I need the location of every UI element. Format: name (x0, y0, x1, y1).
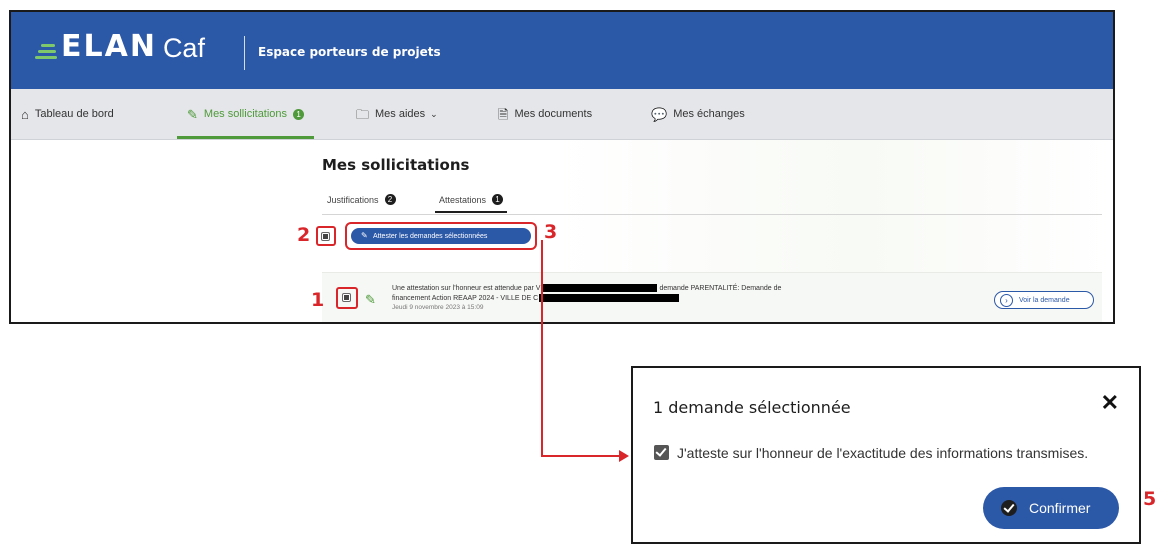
header-divider (244, 36, 245, 70)
tab-label: Attestations (439, 194, 487, 205)
app-screenshot: ELAN Caf Espace porteurs de projets ⌂ Ta… (9, 10, 1115, 324)
annotation-arrow-icon (619, 450, 629, 462)
close-icon[interactable]: ✕ (1101, 392, 1119, 414)
annotation-box-3 (345, 222, 537, 250)
check-circle-icon (1001, 500, 1017, 516)
redacted-text (542, 284, 658, 293)
chevron-down-icon: ⌄ (430, 108, 438, 119)
nav-item-mes-aides[interactable]: 🗀 Mes aides ⌄ (356, 89, 438, 139)
home-icon: ⌂ (21, 106, 29, 122)
annotation-number-3: 3 (544, 221, 558, 243)
nav-item-label: Mes documents (514, 108, 593, 120)
folder-icon: 🗀 (356, 106, 370, 122)
request-date: Jeudi 9 novembre 2023 à 15:09 (392, 304, 484, 311)
annotation-box-1 (336, 287, 358, 309)
main-content: Mes sollicitations Justifications 2 Atte… (11, 140, 1113, 322)
document-icon: 🗎 (498, 106, 509, 122)
logo-lines-icon (35, 36, 57, 62)
annotation-number-2: 2 (297, 224, 311, 246)
nav-item-label: Mes sollicitations (203, 108, 288, 120)
annotation-number-5: 5 (1143, 488, 1157, 510)
tab-justifications[interactable]: Justifications 2 (327, 194, 396, 205)
confirmation-dialog: 1 demande sélectionnée ✕ J'atteste sur l… (631, 366, 1141, 544)
view-request-button[interactable]: › Voir la demande (994, 291, 1094, 309)
view-request-label: Voir la demande (1019, 296, 1070, 304)
pencil-icon: ✎ (187, 106, 198, 122)
request-description: Une attestation sur l'honneur est attend… (392, 284, 782, 303)
top-header: ELAN Caf Espace porteurs de projets (11, 12, 1113, 89)
list-item: 1 ✎ Une attestation sur l'honneur est at… (311, 272, 1102, 322)
honor-attestation-label: J'atteste sur l'honneur de l'exactitude … (677, 445, 1089, 461)
honor-attestation-checkbox[interactable] (654, 445, 669, 460)
tab-count-badge: 1 (492, 194, 504, 205)
nav-item-tableau-de-bord[interactable]: ⌂ Tableau de bord (21, 89, 114, 139)
dialog-title: 1 demande sélectionnée (653, 398, 851, 417)
active-tab-underline (435, 211, 508, 213)
tab-count-badge: 2 (384, 194, 396, 205)
annotation-number-1: 1 (311, 289, 325, 311)
redacted-text (539, 294, 680, 303)
nav-item-mes-sollicitations[interactable]: ✎ Mes sollicitations 1 (177, 89, 315, 139)
active-tab-underline (177, 136, 315, 139)
nav-item-label: Tableau de bord (34, 108, 114, 120)
page-title: Mes sollicitations (322, 156, 470, 174)
annotation-connector-line (541, 240, 543, 456)
main-nav: ⌂ Tableau de bord ✎ Mes sollicitations 1… (11, 89, 1113, 140)
nav-item-mes-documents[interactable]: 🗎 Mes documents (498, 89, 592, 139)
tab-label: Justifications (327, 194, 379, 205)
annotation-connector-line (541, 455, 621, 457)
pencil-icon: ✎ (365, 292, 376, 307)
logo-elan-text: ELAN (61, 29, 157, 64)
nav-item-label: Mes échanges (673, 108, 745, 120)
confirm-button-label: Confirmer (1029, 500, 1091, 516)
nav-item-label: Mes aides (375, 108, 426, 120)
chevron-right-icon: › (1000, 294, 1013, 307)
annotation-box-2 (316, 226, 336, 246)
confirm-button[interactable]: Confirmer (983, 487, 1119, 529)
app-title: Espace porteurs de projets (258, 45, 441, 59)
logo-caf-text: Caf (162, 33, 205, 63)
tab-attestations[interactable]: Attestations 1 (435, 194, 508, 213)
sollicitations-badge: 1 (293, 108, 305, 120)
elan-caf-logo[interactable]: ELAN Caf (35, 32, 205, 62)
sollicitations-tabs: Justifications 2 Attestations 1 (322, 192, 1102, 215)
chat-icon: 💬 (651, 106, 668, 122)
nav-item-mes-echanges[interactable]: 💬 Mes échanges (651, 89, 745, 139)
